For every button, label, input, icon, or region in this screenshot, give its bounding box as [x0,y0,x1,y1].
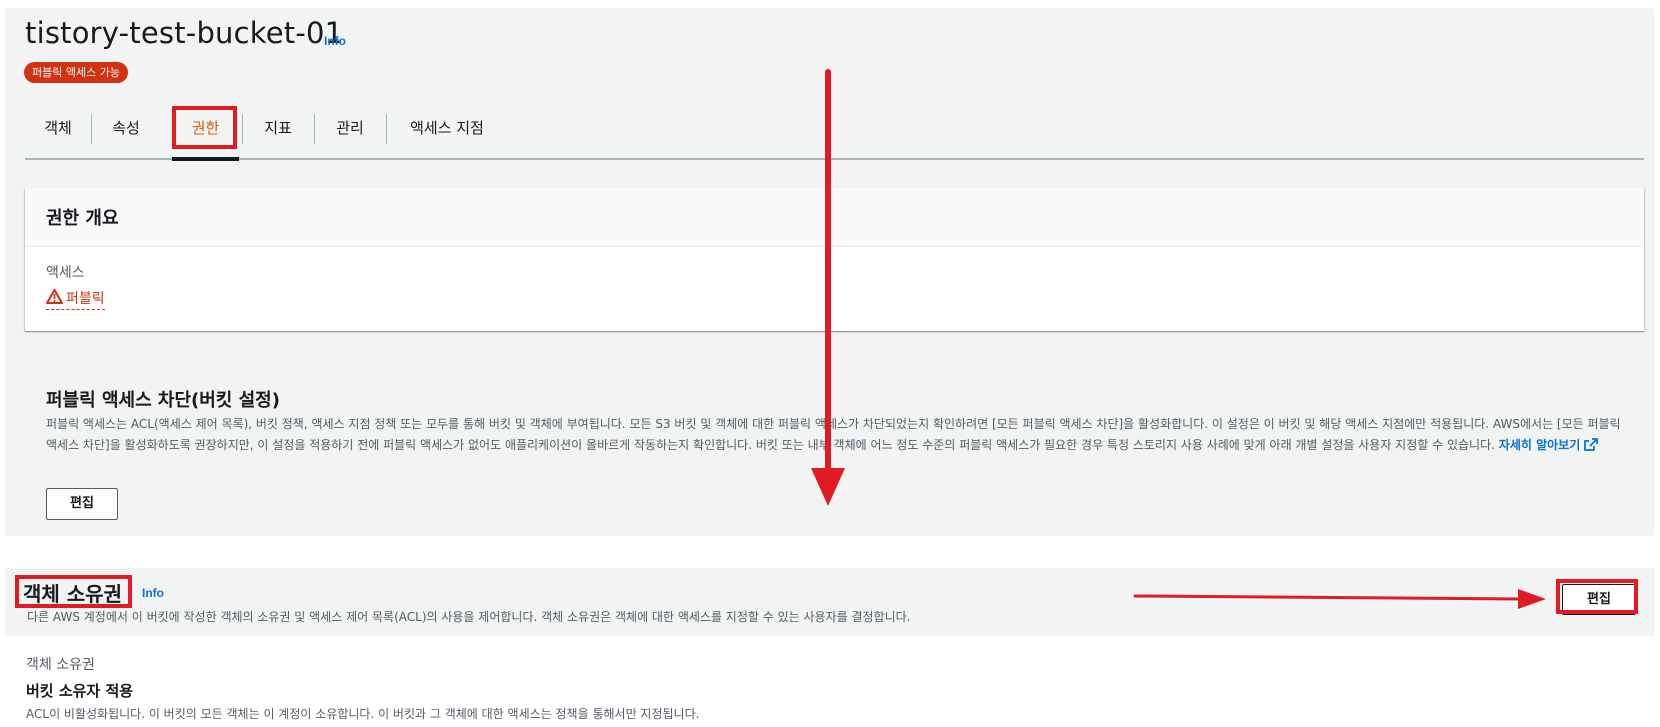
bucket-info-link[interactable]: Info [324,34,346,48]
tab-management[interactable]: 관리 [315,104,385,158]
object-ownership-field-description: ACL이 비활성화됩니다. 이 버킷의 모든 객체는 이 계정이 소유합니다. … [26,707,700,721]
tab-metrics[interactable]: 지표 [243,104,313,158]
object-ownership-header: 객체 소유권 Info 다른 AWS 계정에서 이 버킷에 작성한 객체의 소유… [5,568,1654,636]
object-ownership-title-highlight [15,575,132,608]
bucket-tabs: 객체 속성 권한 지표 관리 액세스 지점 [25,104,1644,161]
permissions-tab-highlight [172,106,237,149]
warning-triangle-icon [46,288,63,308]
access-label: 액세스 [46,265,85,281]
edit-block-public-access-button[interactable]: 편집 [46,488,118,520]
tab-access-points[interactable]: 액세스 지점 [387,104,507,158]
object-ownership-body: 객체 소유권 버킷 소유자 적용 ACL이 비활성화됩니다. 이 버킷의 모든 … [0,640,1660,727]
object-ownership-field-value: 버킷 소유자 적용 [26,682,134,700]
learn-more-label: 자세히 알아보기 [1498,438,1581,452]
object-ownership-description: 다른 AWS 계정에서 이 버킷에 작성한 객체의 소유권 및 액세스 제어 목… [27,610,911,624]
permissions-overview-card: 권한 개요 액세스 퍼블릭 [25,188,1644,331]
object-ownership-info-link[interactable]: Info [142,586,164,600]
card-header: 권한 개요 [25,188,1644,247]
block-public-access-card: 퍼블릭 액세스 차단(버킷 설정) 퍼블릭 액세스는 ACL(액세스 제어 목록… [25,368,1644,535]
access-value-text: 퍼블릭 [66,291,105,307]
access-value[interactable]: 퍼블릭 [46,288,105,310]
bucket-title: tistory-test-bucket-01 [25,16,344,50]
description-text: 퍼블릭 액세스는 ACL(액세스 제어 목록), 버킷 정책, 액세스 지점 정… [46,417,1621,452]
tab-objects[interactable]: 객체 [25,104,91,158]
block-public-access-title: 퍼블릭 액세스 차단(버킷 설정) [46,390,280,411]
object-ownership-field-label: 객체 소유권 [26,657,95,673]
edit-button-highlight [1556,579,1638,614]
tab-properties[interactable]: 속성 [92,104,160,158]
public-access-badge: 퍼블릭 액세스 가능 [24,62,128,83]
overview-title: 권한 개요 [46,208,119,229]
active-tab-indicator [172,157,239,161]
external-link-icon [1584,438,1599,452]
learn-more-link[interactable]: 자세히 알아보기 [1499,438,1599,452]
block-public-access-description: 퍼블릭 액세스는 ACL(액세스 제어 목록), 버킷 정책, 액세스 지점 정… [46,414,1621,456]
